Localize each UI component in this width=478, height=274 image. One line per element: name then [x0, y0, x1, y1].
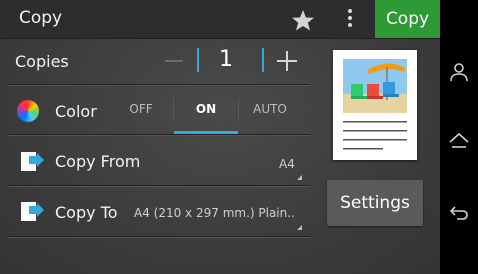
copy-from-label: Copy From	[55, 152, 141, 171]
screen-title: Copy	[19, 8, 63, 28]
stepper-divider	[262, 48, 264, 72]
color-option-auto[interactable]: AUTO	[246, 102, 294, 116]
segment-divider	[238, 98, 239, 122]
color-option-on[interactable]: ON	[176, 102, 236, 116]
copies-count[interactable]: 1	[219, 47, 233, 72]
selected-indicator	[174, 131, 238, 134]
system-nav-bar	[440, 0, 478, 274]
stepper-divider	[197, 48, 199, 72]
top-app-bar: Copy Copy	[0, 0, 440, 39]
back-icon[interactable]	[449, 203, 469, 223]
document-arrow-icon	[21, 202, 44, 221]
settings-button[interactable]: Settings	[327, 180, 423, 226]
more-vert-icon[interactable]	[345, 9, 355, 31]
copy-screen: Copy Copy Copies 1 Color OFF ON AUTO Cop…	[0, 0, 440, 274]
color-option-off[interactable]: OFF	[120, 102, 162, 116]
home-icon[interactable]	[449, 132, 469, 152]
copy-to-label: Copy To	[55, 203, 118, 222]
copy-button[interactable]: Copy	[375, 0, 440, 38]
segment-divider	[173, 98, 174, 122]
color-wheel-icon	[17, 100, 39, 122]
user-icon[interactable]	[449, 62, 469, 82]
document-arrow-icon	[21, 152, 44, 171]
decrement-button[interactable]	[165, 60, 183, 62]
copies-label: Copies	[15, 52, 69, 71]
copy-preview-thumbnail	[333, 50, 417, 160]
dropdown-indicator-icon	[297, 225, 302, 230]
copy-to-value: A4 (210 x 297 mm.) Plain..	[134, 206, 295, 220]
color-label: Color	[55, 102, 97, 121]
copy-from-value: A4	[279, 157, 295, 171]
star-icon[interactable]	[291, 9, 315, 31]
dropdown-indicator-icon	[297, 175, 302, 180]
copy-from-row[interactable]	[8, 136, 310, 186]
